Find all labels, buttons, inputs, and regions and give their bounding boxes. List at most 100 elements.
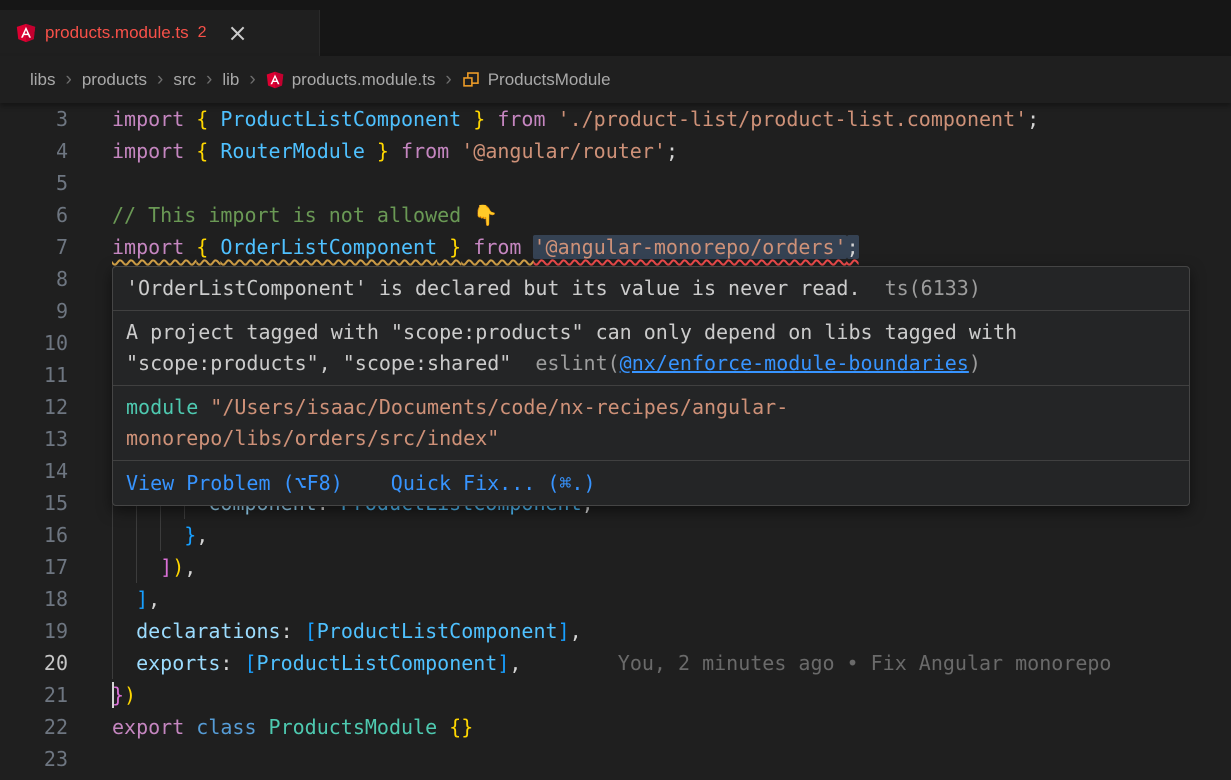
line-content[interactable]: exports: [ProductListComponent],You, 2 m…: [112, 647, 1231, 679]
line-content[interactable]: [112, 743, 1231, 775]
code-line[interactable]: 21}): [0, 679, 1231, 711]
line-number[interactable]: 20: [0, 647, 68, 679]
line-content[interactable]: [112, 167, 1231, 199]
line-number[interactable]: 6: [0, 199, 68, 231]
tab-products-module[interactable]: products.module.ts 2 ×: [0, 10, 320, 56]
line-content[interactable]: export class ProductsModule {}: [112, 711, 1231, 743]
diagnostic-source: eslint(: [535, 351, 619, 375]
line-number[interactable]: 14: [0, 455, 68, 487]
code-line[interactable]: 19 declarations: [ProductListComponent],: [0, 615, 1231, 647]
breadcrumb-item-file[interactable]: products.module.ts: [266, 70, 436, 90]
line-number[interactable]: 9: [0, 295, 68, 327]
code-token: }: [184, 523, 196, 547]
module-keyword: module: [126, 395, 198, 419]
code-token: ]: [160, 555, 172, 579]
code-token: ,: [184, 555, 196, 579]
line-number[interactable]: 18: [0, 583, 68, 615]
breadcrumb-label: products: [82, 70, 147, 90]
line-content[interactable]: import { ProductListComponent } from './…: [112, 103, 1231, 135]
chevron-right-icon: ›: [445, 69, 451, 91]
line-number[interactable]: 23: [0, 743, 68, 775]
close-icon[interactable]: ×: [228, 21, 248, 45]
line-number[interactable]: 21: [0, 679, 68, 711]
diagnostic-source: ts(6133): [885, 276, 981, 300]
code-line[interactable]: 6 // This import is not allowed 👇: [0, 199, 1231, 231]
line-number[interactable]: 3: [0, 103, 68, 135]
tab-strip: products.module.ts 2 ×: [0, 0, 1231, 56]
line-number[interactable]: 15: [0, 487, 68, 519]
line-content[interactable]: ]),: [112, 551, 1231, 583]
line-number[interactable]: 16: [0, 519, 68, 551]
eslint-rule-link[interactable]: @nx/enforce-module-boundaries: [620, 351, 969, 375]
code-token: import: [112, 139, 196, 163]
breadcrumb-label: libs: [30, 70, 56, 90]
view-problem-link[interactable]: View Problem (⌥F8): [126, 471, 343, 495]
code-token: ;: [1027, 107, 1039, 131]
code-token: ProductsModule: [269, 715, 450, 739]
code-token: [: [305, 619, 317, 643]
line-content[interactable]: import { OrderListComponent } from '@ang…: [112, 231, 1231, 263]
code-line[interactable]: 23: [0, 743, 1231, 775]
code-token: from: [389, 139, 461, 163]
line-content[interactable]: }): [112, 679, 1231, 711]
code-line[interactable]: 5: [0, 167, 1231, 199]
line-number[interactable]: 17: [0, 551, 68, 583]
code-line[interactable]: 20 exports: [ProductListComponent],You, …: [0, 647, 1231, 679]
line-number[interactable]: 10: [0, 327, 68, 359]
breadcrumb-item-symbol[interactable]: ProductsModule: [462, 70, 611, 90]
line-number[interactable]: 11: [0, 359, 68, 391]
chevron-right-icon: ›: [249, 69, 255, 91]
line-number[interactable]: 12: [0, 391, 68, 423]
module-info: module "/Users/isaac/Documents/code/nx-r…: [113, 386, 1189, 461]
code-line[interactable]: 16 },: [0, 519, 1231, 551]
angular-icon: [266, 71, 284, 89]
line-number[interactable]: 19: [0, 615, 68, 647]
breadcrumb-item-products[interactable]: products: [82, 70, 147, 90]
editor: 3 import { ProductListComponent } from '.…: [0, 103, 1231, 775]
line-number[interactable]: 4: [0, 135, 68, 167]
code-token: ): [172, 555, 184, 579]
line-content[interactable]: },: [112, 519, 1231, 551]
line-number[interactable]: 13: [0, 423, 68, 455]
breadcrumb-item-lib[interactable]: lib: [222, 70, 239, 90]
code-token: ]: [497, 651, 509, 675]
breadcrumb-label: products.module.ts: [292, 70, 436, 90]
code-token: }: [461, 107, 485, 131]
code-line[interactable]: 17 ]),: [0, 551, 1231, 583]
quick-fix-link[interactable]: Quick Fix... (⌘.): [391, 471, 596, 495]
line-number[interactable]: 5: [0, 167, 68, 199]
line-content[interactable]: import { RouterModule } from '@angular/r…: [112, 135, 1231, 167]
code-token: // This import is not allowed: [112, 203, 473, 227]
diagnostic-message-line1: A project tagged with "scope:products" c…: [126, 317, 1176, 348]
line-number[interactable]: 22: [0, 711, 68, 743]
hover-popup: 'OrderListComponent' is declared but its…: [112, 266, 1190, 506]
code-line[interactable]: 18 ],: [0, 583, 1231, 615]
line-content[interactable]: ],: [112, 583, 1231, 615]
diagnostic-message: 'OrderListComponent' is declared but its…: [126, 276, 861, 300]
diagnostic-ts: 'OrderListComponent' is declared but its…: [113, 267, 1189, 311]
code-token: :: [220, 651, 244, 675]
code-token: {}: [449, 715, 473, 739]
code-line[interactable]: 4 import { RouterModule } from '@angular/…: [0, 135, 1231, 167]
code-line[interactable]: 7 import { OrderListComponent } from '@an…: [0, 231, 1231, 263]
line-content[interactable]: // This import is not allowed 👇: [112, 199, 1231, 231]
tab-error-count-badge: 2: [198, 24, 207, 42]
line-number[interactable]: 7: [0, 231, 68, 263]
diagnostic-eslint: A project tagged with "scope:products" c…: [113, 311, 1189, 386]
code-token: 👇: [473, 203, 498, 227]
code-line[interactable]: 22 export class ProductsModule {}: [0, 711, 1231, 743]
breadcrumb-item-src[interactable]: src: [173, 70, 196, 90]
indent-guide: [112, 647, 130, 679]
indent-guide: [112, 519, 178, 551]
angular-icon: [16, 23, 36, 43]
line-content[interactable]: declarations: [ProductListComponent],: [112, 615, 1231, 647]
code-token: './product-list/product-list.component': [558, 107, 1028, 131]
text-cursor: [112, 682, 114, 708]
module-path-line1: module "/Users/isaac/Documents/code/nx-r…: [126, 392, 1176, 423]
chevron-right-icon: ›: [206, 69, 212, 91]
diagnostic-message: "scope:products", "scope:shared": [126, 351, 511, 375]
breadcrumb-item-libs[interactable]: libs: [30, 70, 56, 90]
line-number[interactable]: 8: [0, 263, 68, 295]
diagnostic-source: ): [969, 351, 981, 375]
code-line[interactable]: 3 import { ProductListComponent } from '.…: [0, 103, 1231, 135]
